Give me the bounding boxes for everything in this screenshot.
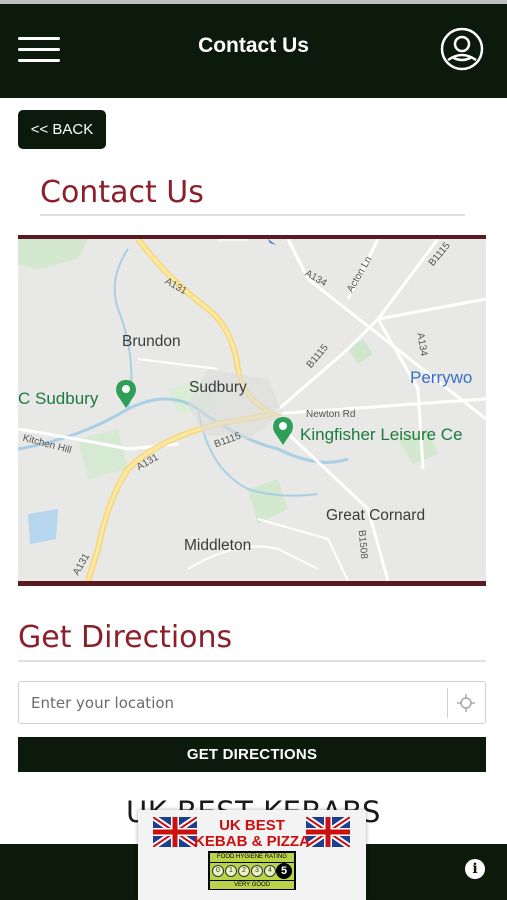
hygiene-score: 0 bbox=[212, 865, 224, 877]
road-label-newton-rd: Newton Rd bbox=[306, 409, 356, 420]
page: Contact Us << BACK Contact Us Brundon Su… bbox=[0, 0, 507, 900]
map-label-sudbury: Sudbury bbox=[189, 379, 247, 396]
hygiene-score: 1 bbox=[225, 865, 237, 877]
user-account-icon[interactable] bbox=[438, 27, 486, 71]
hygiene-label: VERY GOOD bbox=[210, 881, 294, 889]
back-button[interactable]: << BACK bbox=[18, 110, 106, 149]
top-app-bar: Contact Us bbox=[0, 0, 507, 98]
status-strip bbox=[0, 0, 507, 4]
map-view[interactable]: Brundon Sudbury Middleton Great Cornard … bbox=[18, 239, 486, 581]
crosshair-locate-icon[interactable] bbox=[456, 693, 476, 713]
hygiene-title: FOOD HYGIENE RATING bbox=[210, 853, 294, 862]
get-directions-button[interactable]: GET DIRECTIONS bbox=[18, 737, 486, 772]
location-input[interactable] bbox=[19, 682, 447, 723]
hygiene-score-selected: 5 bbox=[276, 863, 292, 879]
hygiene-score: 4 bbox=[264, 865, 276, 877]
input-separator bbox=[447, 688, 448, 718]
contact-heading: Contact Us bbox=[40, 175, 204, 210]
map-label-perrywood: Perrywo bbox=[410, 368, 473, 387]
map-label-brundon: Brundon bbox=[122, 333, 181, 350]
hygiene-score: 3 bbox=[251, 865, 263, 877]
badge-line-2: KEBAB & PIZZA bbox=[194, 833, 310, 850]
promo-badge[interactable]: UK BEST KEBAB & PIZZA FOOD HYGIENE RATIN… bbox=[138, 810, 366, 900]
badge-line-1: UK BEST bbox=[219, 817, 285, 834]
map-poi-sudbury[interactable]: C Sudbury bbox=[18, 389, 98, 409]
divider bbox=[18, 660, 486, 662]
directions-heading: Get Directions bbox=[18, 620, 233, 655]
map-graphic bbox=[18, 239, 486, 581]
map-label-great-cornard: Great Cornard bbox=[326, 507, 426, 524]
map-poi-kingfisher-leisure[interactable]: Kingfisher Leisure Ce bbox=[300, 425, 463, 445]
page-title: Contact Us bbox=[198, 34, 309, 57]
hygiene-rating-badge: FOOD HYGIENE RATING 0 1 2 3 4 5 VERY GOO… bbox=[208, 851, 296, 890]
divider bbox=[40, 214, 465, 216]
map-label-middleton: Middleton bbox=[184, 537, 252, 554]
hygiene-scale: 0 1 2 3 4 5 bbox=[210, 863, 294, 880]
info-icon[interactable]: i bbox=[465, 859, 485, 879]
location-field bbox=[18, 681, 486, 724]
hygiene-score: 2 bbox=[238, 865, 250, 877]
